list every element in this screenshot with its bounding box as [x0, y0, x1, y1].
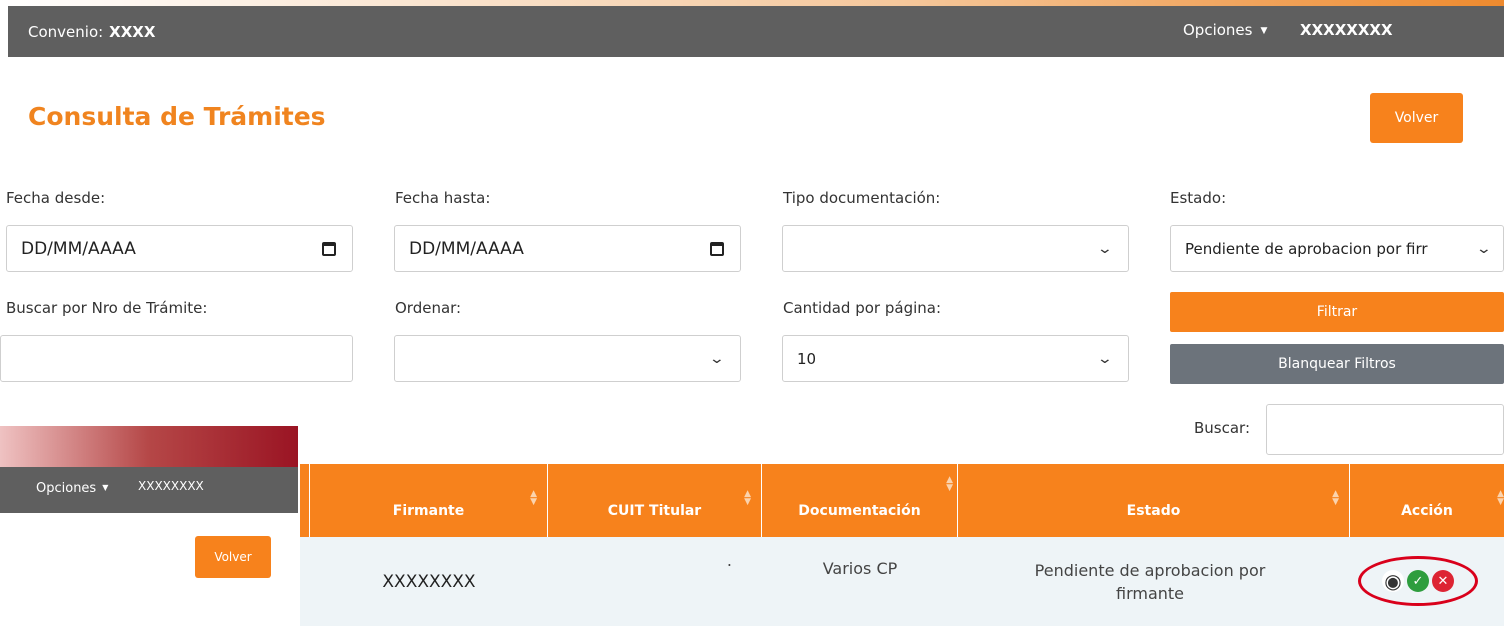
column-header-documentacion[interactable]: Documentación ▲ ▼	[762, 464, 958, 537]
inset-header-bar: Opciones ▼ XXXXXXXX	[0, 467, 298, 513]
reject-x-icon[interactable]: ✕	[1432, 570, 1454, 592]
approve-check-icon[interactable]: ✓	[1407, 570, 1429, 592]
convenio-value: XXXX	[109, 23, 156, 41]
fecha-hasta-label: Fecha hasta:	[395, 189, 491, 207]
fecha-desde-value: DD/MM/AAAA	[21, 238, 136, 259]
filtrar-button[interactable]: Filtrar	[1170, 292, 1504, 332]
inset-user-name: XXXXXXXX	[138, 479, 204, 493]
eye-icon[interactable]: ◉	[1382, 569, 1404, 593]
table-header-cell	[300, 464, 310, 537]
column-header-label: CUIT Titular	[607, 503, 702, 519]
nro-tramite-input[interactable]	[0, 335, 353, 382]
sort-icon: ▲ ▼	[744, 489, 751, 507]
opciones-label: Opciones	[1183, 21, 1253, 39]
cell-cuit: .	[726, 551, 732, 570]
top-header-bar: Convenio: XXXX Opciones ▼ XXXXXXXX	[8, 6, 1504, 57]
column-header-estado[interactable]: Estado ▲ ▼	[958, 464, 1350, 537]
inset-opciones-dropdown[interactable]: Opciones ▼	[36, 481, 114, 496]
column-header-accion[interactable]: Acción ▲ ▼	[1350, 464, 1504, 537]
cantidad-label: Cantidad por página:	[783, 299, 942, 317]
column-header-label: Acción	[1401, 503, 1453, 519]
chevron-down-icon: ⌄	[708, 350, 726, 367]
cell-estado: Pendiente de aprobacion por firmante	[1034, 560, 1266, 603]
blanquear-filtros-button[interactable]: Blanquear Filtros	[1170, 344, 1504, 384]
cantidad-select[interactable]: 10 ⌄	[782, 335, 1129, 382]
cell-documentacion: Varios CP	[822, 559, 898, 578]
volver-button[interactable]: Volver	[1370, 93, 1463, 143]
estado-label: Estado:	[1170, 189, 1227, 207]
inset-screenshot-panel: Opciones ▼ XXXXXXXX Volver	[0, 426, 298, 626]
caret-down-icon: ▼	[1260, 26, 1268, 36]
opciones-dropdown[interactable]: Opciones ▼	[1183, 21, 1275, 39]
estado-value: Pendiente de aprobacion por firr	[1185, 239, 1428, 258]
sort-icon: ▲ ▼	[946, 475, 953, 493]
convenio-label: Convenio:	[28, 23, 104, 41]
ordenar-label: Ordenar:	[395, 299, 462, 317]
action-icons-highlight: ◉ ✓ ✕	[1358, 556, 1478, 606]
inset-opciones-label: Opciones	[36, 481, 97, 496]
chevron-down-icon: ⌄	[1096, 240, 1114, 257]
table-row: XXXXXXXX . Varios CP Pendiente de aproba…	[300, 537, 1504, 626]
column-header-label: Documentación	[798, 503, 921, 519]
cell-firmante: XXXXXXXX	[382, 571, 476, 592]
calendar-icon[interactable]	[320, 241, 338, 256]
caret-down-icon: ▼	[102, 483, 109, 492]
column-header-firmante[interactable]: Firmante ▲ ▼	[310, 464, 548, 537]
user-name: XXXXXXXX	[1300, 21, 1393, 39]
table-header: Firmante ▲ ▼ CUIT Titular ▲ ▼ Documentació…	[300, 464, 1504, 537]
estado-select[interactable]: Pendiente de aprobacion por firr ⌄	[1170, 225, 1504, 272]
tramites-table: Firmante ▲ ▼ CUIT Titular ▲ ▼ Documentació…	[300, 464, 1504, 626]
fecha-hasta-input[interactable]: DD/MM/AAAA	[394, 225, 741, 272]
cantidad-value: 10	[797, 349, 817, 368]
chevron-down-icon: ⌄	[1096, 350, 1114, 367]
column-header-cuit[interactable]: CUIT Titular ▲ ▼	[548, 464, 762, 537]
column-header-label: Firmante	[392, 503, 465, 519]
ordenar-select[interactable]: ⌄	[394, 335, 741, 382]
sort-icon: ▲ ▼	[530, 489, 537, 507]
inset-volver-button[interactable]: Volver	[195, 536, 271, 578]
column-header-label: Estado	[1126, 503, 1181, 519]
fecha-desde-label: Fecha desde:	[6, 189, 106, 207]
buscar-label: Buscar:	[1194, 419, 1251, 437]
page-title: Consulta de Trámites	[28, 102, 326, 131]
sort-icon: ▲ ▼	[1497, 489, 1504, 507]
tipo-documentacion-select[interactable]: ⌄	[782, 225, 1129, 272]
calendar-icon[interactable]	[708, 241, 726, 256]
convenio-info: Convenio: XXXX	[28, 23, 155, 41]
fecha-desde-input[interactable]: DD/MM/AAAA	[6, 225, 353, 272]
fecha-hasta-value: DD/MM/AAAA	[409, 238, 524, 259]
sort-icon: ▲ ▼	[1332, 489, 1339, 507]
tipo-documentacion-label: Tipo documentación:	[783, 189, 941, 207]
buscar-input[interactable]	[1266, 404, 1504, 455]
chevron-down-icon: ⌄	[1475, 240, 1493, 257]
inset-header-gradient	[0, 426, 298, 467]
nro-tramite-label: Buscar por Nro de Trámite:	[6, 299, 208, 317]
